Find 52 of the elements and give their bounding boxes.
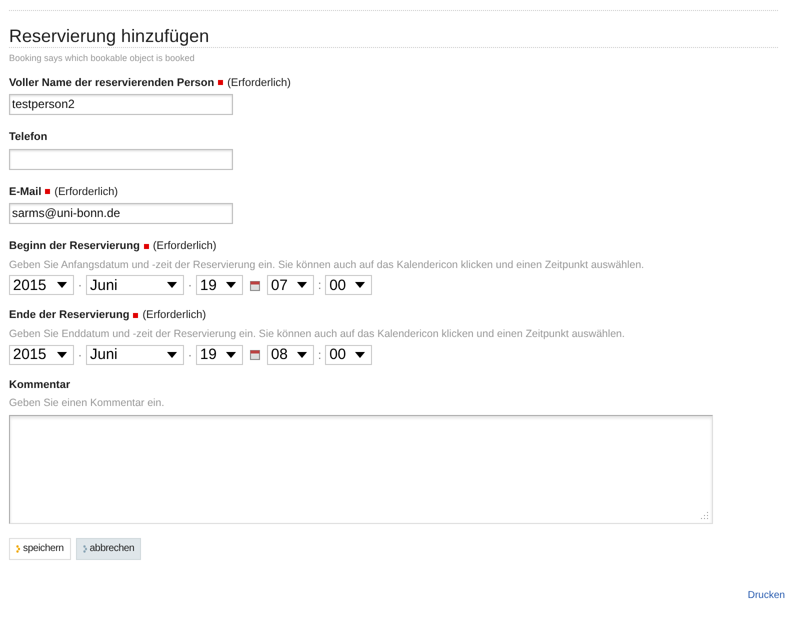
field-label: Telefon [9,130,48,145]
dropdown[interactable]: 07 [267,275,314,296]
calendar-icon[interactable] [250,349,260,360]
form-button[interactable]: speichern [9,538,71,560]
page-subtitle: Booking says which bookable object is booked [9,52,196,65]
arrow-icon [82,544,87,553]
dropdown[interactable]: 19 [196,275,243,296]
page-title: Reservierung hinzufügen [9,25,210,47]
field-hint: Geben Sie Enddatum und -zeit der Reservierung ein. Sie können auch auf das Kalendericon klicken und einen Zeitpunkt auswählen. [9,326,626,342]
dropdown[interactable]: Juni [86,275,184,296]
caret-icon [297,352,307,358]
caret-icon [167,352,177,358]
input-field[interactable]: testperson2 [9,94,233,115]
calendar-icon[interactable] [250,280,260,291]
caret-icon [355,282,366,288]
caret-icon [226,282,236,288]
dropdown[interactable]: 00 [325,344,372,364]
caret-icon [355,352,366,358]
dropdown[interactable]: Juni [86,344,184,364]
required-note: (Erforderlich) [152,239,216,254]
form-button[interactable]: abbrechen [76,538,142,560]
separator: · [188,277,192,294]
separator: : [318,277,322,294]
field-hint: Geben Sie Anfangsdatum und -zeit der Reservierung ein. Sie können auch auf das Kalendericon klicken und einen Zeitpunkt auswählen. [9,258,646,272]
dropdown[interactable]: 2015 [9,275,74,296]
field-label: Ende der Reservierung [9,308,130,324]
caret-icon [57,352,67,358]
field-label: E-Mail [9,184,42,200]
caret-icon [226,352,236,358]
dropdown[interactable]: 00 [325,275,372,296]
field-label: Voller Name der reservierenden Person [9,76,214,90]
dropdown[interactable]: 08 [267,344,314,364]
required-note: (Erforderlich) [142,308,206,324]
dropdown[interactable]: 2015 [9,344,74,364]
comment-field[interactable] [9,414,713,524]
required-note: (Erforderlich) [227,76,291,90]
arrow-icon [16,544,20,553]
caret-icon [167,282,177,288]
caret-icon [57,282,67,288]
input-field[interactable]: sarms@uni-bonn.de [9,203,233,224]
dropdown[interactable]: 19 [196,344,243,364]
required-note: (Erforderlich) [54,184,118,200]
separator: · [78,277,82,294]
field-label: Kommentar [9,378,70,392]
separator: : [318,346,322,364]
separator: · [188,346,192,364]
field-hint: Geben Sie einen Kommentar ein. [9,396,166,411]
separator: · [78,346,82,364]
caret-icon [297,282,307,288]
field-label: Beginn der Reservierung [9,239,140,254]
input-field[interactable] [9,148,233,170]
print-link[interactable]: Drucken [748,588,785,603]
